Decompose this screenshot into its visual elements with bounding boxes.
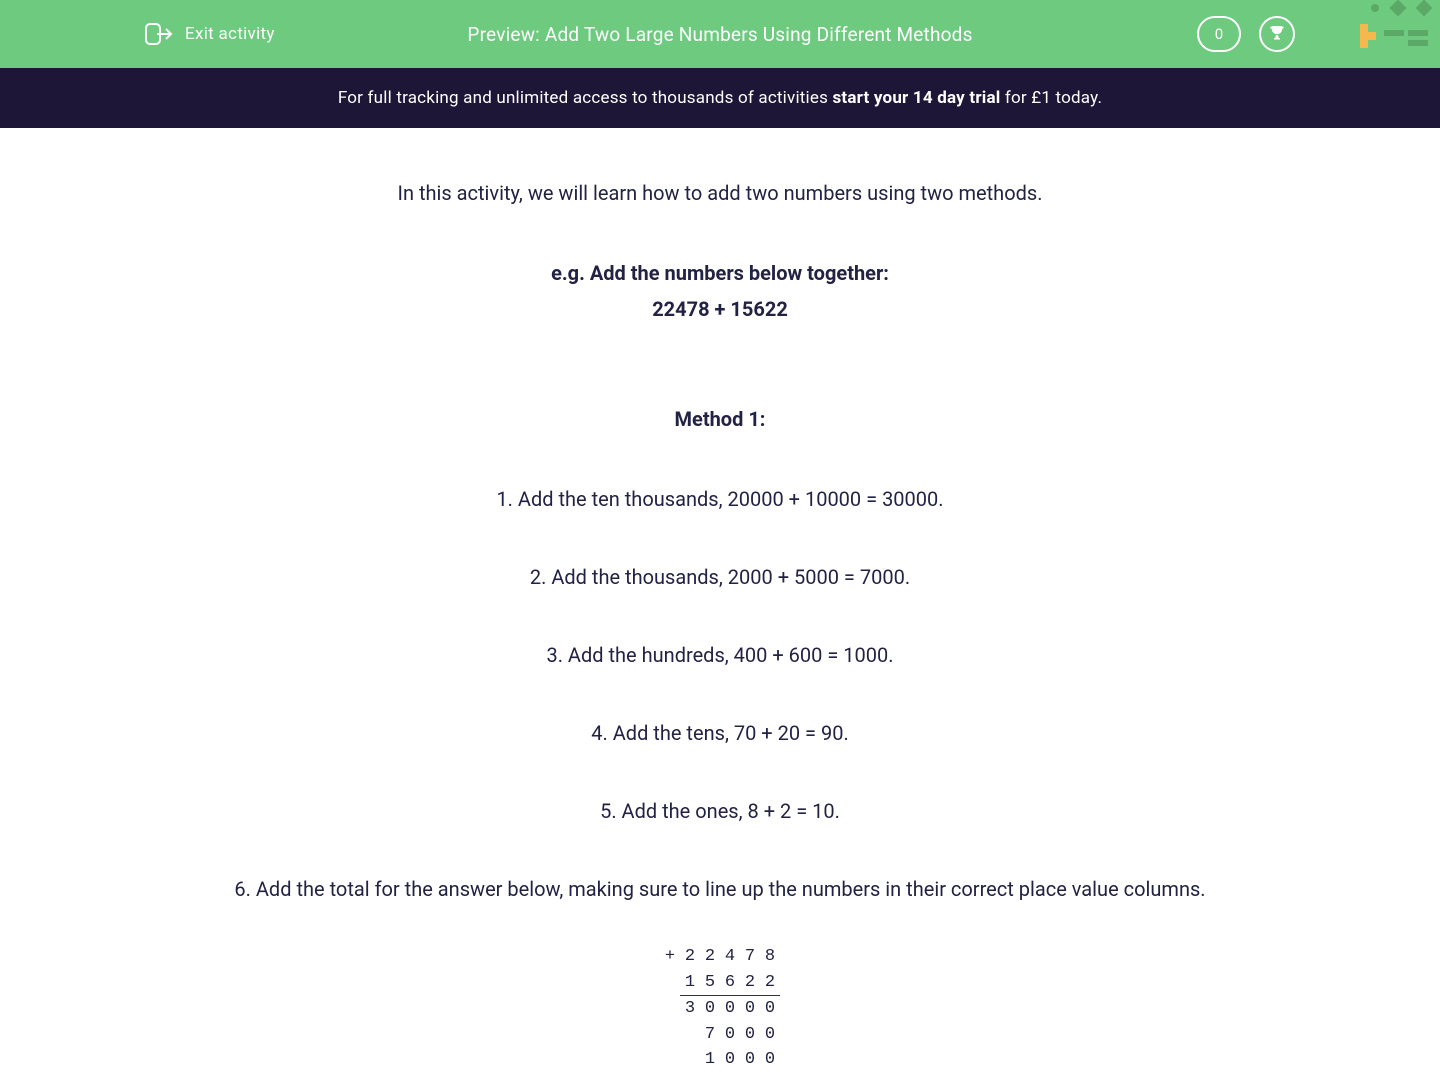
calc-cell: 0 [760,1047,780,1073]
calc-cell [660,970,680,996]
calc-cell: 8 [760,944,780,970]
table-row: 7 0 0 0 [660,1022,780,1048]
calc-cell: 1 [680,970,700,996]
method-step-3: 3. Add the hundreds, 400 + 600 = 1000. [140,640,1300,670]
calc-cell [660,996,680,1022]
calc-cell: 0 [740,1022,760,1048]
trophy-icon [1268,23,1286,45]
trophy-button[interactable] [1259,16,1295,52]
example-heading: e.g. Add the numbers below together: [140,258,1300,288]
exit-label: Exit activity [185,24,275,44]
calc-cell [660,1047,680,1073]
calc-cell: 1 [700,1047,720,1073]
calc-cell: 2 [680,944,700,970]
table-row: + 2 2 4 7 8 [660,944,780,970]
table-row: 1 0 0 0 [660,1047,780,1073]
calc-cell: 5 [700,970,720,996]
method-step-1: 1. Add the ten thousands, 20000 + 10000 … [140,484,1300,514]
banner-suffix: for £1 today. [1000,88,1102,108]
banner-strong: start your 14 day trial [833,88,1001,108]
calc-cell: 3 [680,996,700,1022]
header-right: 0 [1197,16,1295,52]
calc-cell: 6 [720,970,740,996]
page-title: Preview: Add Two Large Numbers Using Dif… [467,23,972,46]
example-numbers: 22478 + 15622 [140,294,1300,324]
trial-banner[interactable]: For full tracking and unlimited access t… [0,68,1440,128]
calc-cell [660,1022,680,1048]
method-step-5: 5. Add the ones, 8 + 2 = 10. [140,796,1300,826]
exit-icon [145,23,173,45]
calc-cell: 0 [740,1047,760,1073]
method-step-2: 2. Add the thousands, 2000 + 5000 = 7000… [140,562,1300,592]
calc-cell: 2 [760,970,780,996]
calc-cell: 0 [760,996,780,1022]
exit-activity-button[interactable]: Exit activity [145,23,275,45]
calc-cell: 7 [740,944,760,970]
header-bar: Exit activity Preview: Add Two Large Num… [0,0,1440,68]
calc-cell: 0 [700,996,720,1022]
calc-cell: 2 [700,944,720,970]
content-area: In this activity, we will learn how to a… [120,128,1320,1073]
calc-cell: 0 [740,996,760,1022]
calculation-table: + 2 2 4 7 8 1 5 6 2 2 3 0 0 0 0 7 0 [660,944,780,1073]
intro-text: In this activity, we will learn how to a… [140,178,1300,208]
calc-cell: 2 [740,970,760,996]
method-heading: Method 1: [140,404,1300,434]
logo-decoration [1360,0,1440,68]
calc-cell: 0 [720,1022,740,1048]
banner-prefix: For full tracking and unlimited access t… [338,88,833,108]
calc-cell [680,1047,700,1073]
table-row: 1 5 6 2 2 [660,970,780,996]
calc-cell: + [660,944,680,970]
calc-cell: 0 [720,1047,740,1073]
method-step-4: 4. Add the tens, 70 + 20 = 90. [140,718,1300,748]
calc-cell: 0 [760,1022,780,1048]
calc-cell: 4 [720,944,740,970]
calc-cell: 7 [700,1022,720,1048]
table-row: 3 0 0 0 0 [660,996,780,1022]
score-badge[interactable]: 0 [1197,16,1241,52]
score-value: 0 [1215,25,1223,43]
calc-cell [680,1022,700,1048]
calc-cell: 0 [720,996,740,1022]
